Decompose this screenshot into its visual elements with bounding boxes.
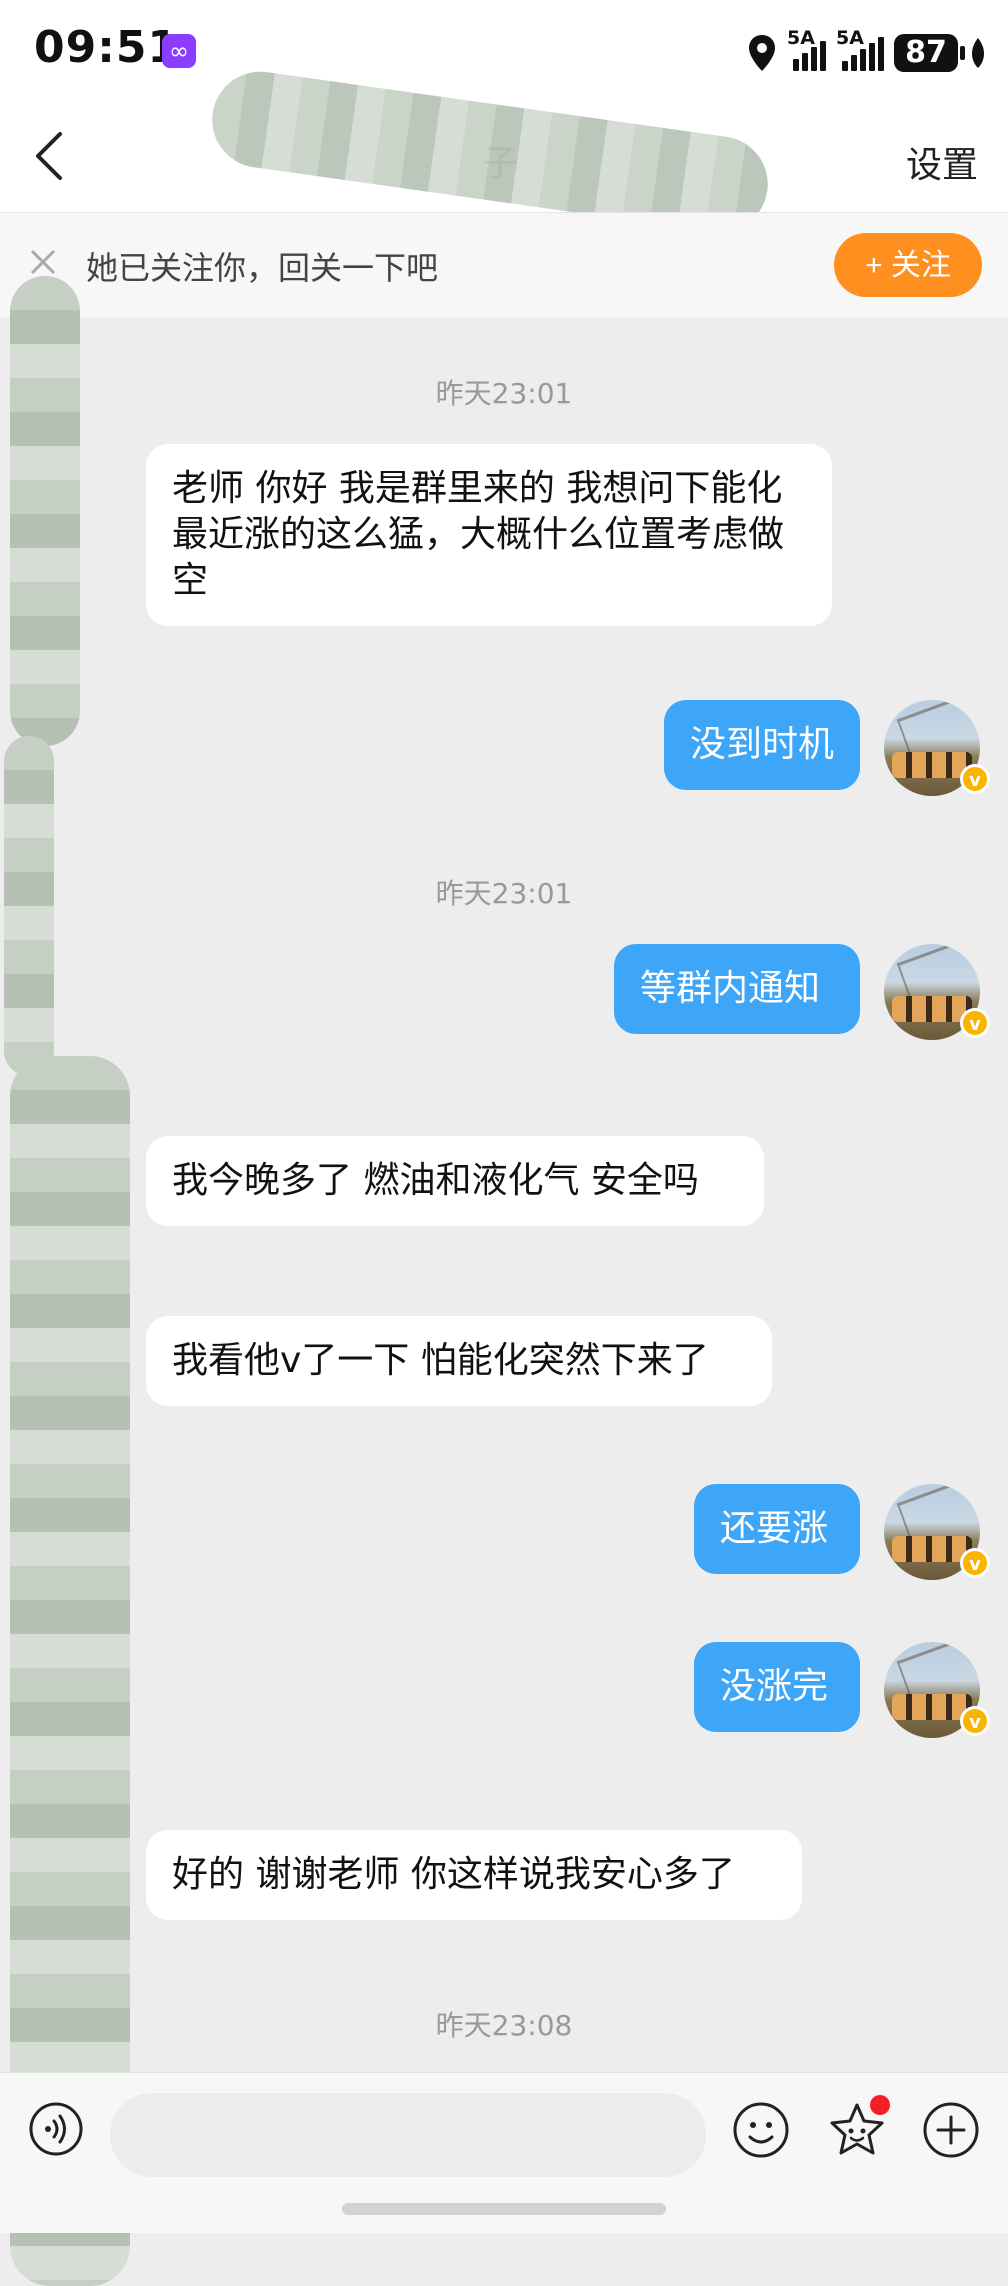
notification-dot [870, 2095, 890, 2115]
verified-badge-icon: v [960, 764, 990, 794]
outgoing-message[interactable]: 没到时机 [664, 700, 860, 790]
message-timestamp: 昨天23:01 [435, 377, 573, 410]
avatar-redaction [10, 276, 80, 746]
status-icons: 5A 5A 87 [747, 27, 988, 78]
incoming-message[interactable]: 老师 你好 我是群里来的 我想问下能化最近涨的这么猛，大概什么位置考虑做空 [146, 444, 832, 626]
verified-badge-icon: v [960, 1008, 990, 1038]
incoming-message[interactable]: 我看他v了一下 怕能化突然下来了 [146, 1316, 772, 1406]
follow-banner-text: 她已关注你，回关一下吧 [86, 249, 439, 287]
outgoing-message[interactable]: 没涨完 [694, 1642, 860, 1732]
composer-bar [0, 2072, 1008, 2233]
status-time: 09:51 [34, 22, 180, 73]
follow-back-button[interactable]: + 关注 [834, 233, 982, 297]
close-icon[interactable] [28, 247, 58, 277]
emoji-icon[interactable] [732, 2101, 790, 2159]
verified-badge-icon: v [960, 1548, 990, 1578]
plus-icon[interactable] [922, 2101, 980, 2159]
outgoing-message[interactable]: 等群内通知 [614, 944, 860, 1034]
app-notification-icon: ∞ [162, 34, 196, 68]
home-indicator[interactable] [342, 2203, 666, 2215]
message-list[interactable]: 昨天23:01 老师 你好 我是群里来的 我想问下能化最近涨的这么猛，大概什么位… [0, 276, 1008, 2286]
verified-badge-icon: v [960, 1706, 990, 1736]
chat-header: 子 设置 [0, 65, 1008, 239]
incoming-message[interactable]: 好的 谢谢老师 你这样说我安心多了 [146, 1830, 802, 1920]
outgoing-message[interactable]: 还要涨 [694, 1484, 860, 1574]
signal-icon-1: 5A [787, 27, 826, 71]
signal-icon-2: 5A [836, 27, 884, 71]
voice-icon[interactable] [28, 2101, 84, 2157]
incoming-message[interactable]: 我今晚多了 燃油和液化气 安全吗 [146, 1136, 764, 1226]
message-timestamp: 昨天23:08 [435, 2009, 573, 2042]
back-icon[interactable] [30, 128, 70, 184]
status-bar: 09:51 ∞ 5A 5A 87 [0, 0, 1008, 100]
battery-icon: 87 [894, 34, 965, 72]
settings-button[interactable]: 设置 [906, 136, 978, 188]
location-icon [749, 35, 775, 71]
message-timestamp: 昨天23:01 [435, 877, 573, 910]
power-saving-icon [972, 38, 984, 68]
follow-banner: 她已关注你，回关一下吧 + 关注 [0, 212, 1008, 317]
message-input[interactable] [110, 2093, 706, 2177]
